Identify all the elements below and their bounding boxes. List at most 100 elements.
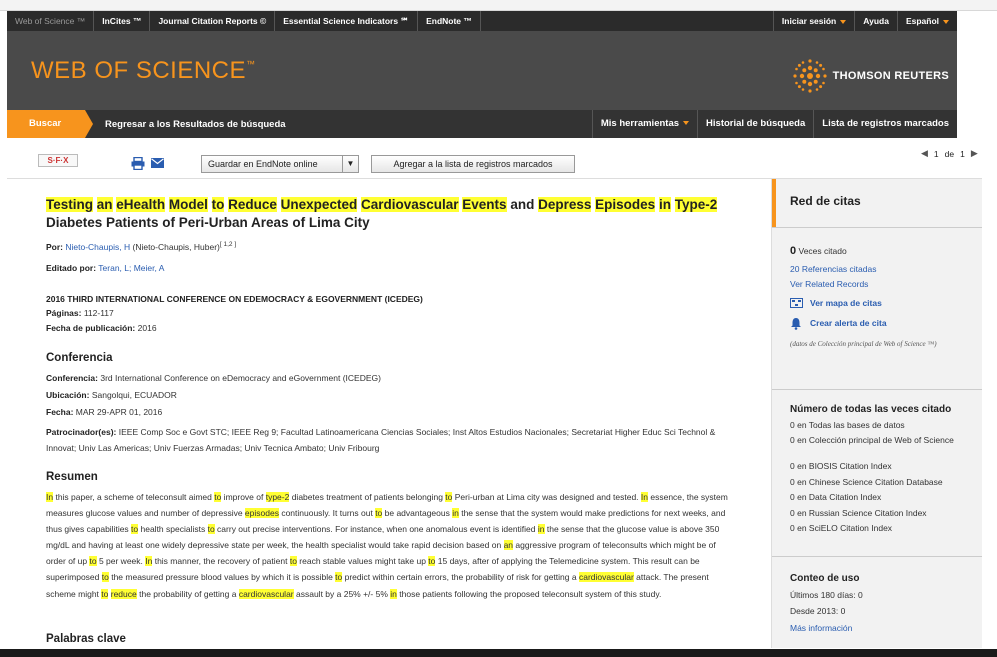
product-link-esi[interactable]: Essential Science Indicators ℠	[275, 11, 419, 31]
abstract-text-segment: diabetes treatment of patients belonging	[289, 492, 446, 502]
pager-total: 1	[960, 148, 965, 159]
previous-record-icon[interactable]: ◀	[921, 148, 928, 159]
title-highlighted-term: eHealth	[116, 197, 166, 212]
record-content: Testing an eHealth Model to Reduce Unexp…	[7, 178, 771, 648]
source-title: 2016 THIRD INTERNATIONAL CONFERENCE ON E…	[46, 294, 423, 304]
chevron-down-icon: ▼	[342, 156, 358, 172]
related-records-link[interactable]: Ver Related Records	[790, 279, 868, 290]
data-source-note: (datos de Colección principal de Web of …	[790, 340, 937, 348]
thomson-reuters-orb-icon	[793, 59, 827, 93]
citation-map-icon[interactable]	[790, 298, 803, 308]
db-count-scielo: 0 en SciELO Citation Index	[790, 523, 893, 533]
abstract-text-segment: reach stable values might take up	[296, 556, 429, 567]
save-to-endnote-value: Guardar en EndNote online	[208, 159, 318, 169]
abstract-text-segment: Peri-urban at Lima city was designed and…	[452, 492, 641, 502]
all-times-cited-heading: Número de todas las veces citado	[790, 404, 952, 415]
sponsors-label: Patrocinador(es):	[46, 427, 117, 437]
pager-current: 1	[933, 148, 939, 159]
title-text-segment: and	[506, 197, 539, 212]
signin-menu[interactable]: Iniciar sesión	[772, 11, 854, 31]
sfx-button[interactable]: S·F·X	[38, 154, 78, 167]
product-bar: Web of Science ™ InCites ™ Journal Citat…	[7, 11, 957, 31]
pages-label: Páginas:	[46, 308, 82, 318]
add-to-marked-list-button[interactable]: Agregar a la lista de registros marcados	[371, 155, 575, 173]
product-link-endnote[interactable]: EndNote ™	[418, 11, 481, 31]
my-tools-label: Mis herramientas	[600, 118, 680, 129]
abstract-highlighted-term: to	[289, 556, 297, 567]
title-highlighted-term: an	[96, 197, 113, 212]
wos-logo[interactable]: WEB OF SCIENCE™	[31, 57, 256, 85]
create-alert-link[interactable]: Crear alerta de cita	[810, 318, 887, 329]
abstract-text-segment: be advantageous	[382, 508, 453, 519]
title-highlighted-term: Testing	[46, 197, 93, 212]
main-nav: Buscar Regresar a los Resultados de búsq…	[7, 110, 957, 138]
db-count-wos-core: 0 en Colección principal de Web of Scien…	[790, 435, 954, 445]
help-link[interactable]: Ayuda	[854, 11, 897, 31]
pages-line: Páginas: 112-117	[46, 308, 114, 318]
my-tools-menu[interactable]: Mis herramientas	[591, 110, 697, 138]
pubdate-value: 2016	[137, 323, 157, 333]
thomson-reuters-logo: THOMSON REUTERS	[791, 57, 949, 95]
abstract-text-segment: this manner, the recovery of patient	[152, 556, 290, 567]
authors-label: Por:	[46, 241, 63, 252]
product-link-wos[interactable]: Web of Science ™	[7, 11, 95, 31]
abstract-text-segment: this paper, a scheme of teleconsult aime…	[53, 492, 215, 502]
pubdate-label: Fecha de publicación:	[46, 323, 136, 333]
editors-line: Editado por: Teran, L; Meier, A	[46, 263, 164, 273]
sponsors-line: Patrocinador(es): IEEE Comp Soc e Govt S…	[46, 424, 736, 456]
record-title: Testing an eHealth Model to Reduce Unexp…	[46, 196, 746, 232]
title-text-segment: Diabetes Patients of Peri-Urban Areas of…	[46, 215, 370, 230]
author-link[interactable]: Nieto-Chaupis, H	[65, 242, 130, 252]
location-value: Sangolqui, ECUADOR	[91, 390, 177, 400]
abstract-text-segment: 5 per week.	[96, 556, 146, 567]
search-tab[interactable]: Buscar	[7, 110, 93, 138]
title-highlighted-term: Unexpected	[280, 197, 358, 212]
back-to-results-link[interactable]: Regresar a los Resultados de búsqueda	[85, 119, 286, 130]
abstract-text-segment: assault by a 25% +/- 5%	[293, 588, 391, 599]
bell-icon[interactable]	[790, 317, 802, 330]
times-cited-count: 0	[790, 245, 797, 257]
email-icon[interactable]	[151, 158, 164, 168]
marked-list-link[interactable]: Lista de registros marcados	[813, 110, 957, 138]
title-highlighted-term: Reduce	[228, 197, 277, 212]
title-highlighted-term: Episodes	[595, 197, 656, 212]
citation-map-link[interactable]: Ver mapa de citas	[810, 298, 882, 309]
window-right-edge	[982, 138, 997, 649]
abstract-highlighted-term: in	[537, 524, 545, 535]
sponsors-value: IEEE Comp Soc e Govt STC; IEEE Reg 9; Fa…	[46, 427, 716, 453]
db-count-data-citation: 0 en Data Citation Index	[790, 492, 882, 502]
abstract-text-segment: the probability of getting a	[136, 588, 239, 599]
abstract-heading: Resumen	[46, 471, 98, 483]
citation-network-panel: Red de citas 0 Veces citado 20 Referenci…	[771, 178, 983, 648]
header-banner: WEB OF SCIENCE™ THOMSON REUTERS	[7, 31, 957, 110]
cited-references-link[interactable]: 20 Referencias citadas	[790, 264, 876, 275]
pages-value: 112-117	[83, 308, 114, 318]
conference-line: Conferencia: 3rd International Conferenc…	[46, 373, 381, 383]
location-label: Ubicación:	[46, 390, 90, 400]
editors-links[interactable]: Teran, L; Meier, A	[98, 263, 164, 273]
more-info-link[interactable]: Más información	[790, 623, 852, 634]
author-affiliation-ref[interactable]: [ 1,2 ]	[220, 241, 236, 248]
abstract-text-segment: continuously. It turns out	[278, 508, 376, 519]
citation-network-header: Red de citas	[772, 179, 983, 227]
next-record-icon[interactable]: ▶	[971, 148, 978, 159]
location-line: Ubicación: Sangolqui, ECUADOR	[46, 390, 177, 400]
language-menu[interactable]: Español	[896, 11, 957, 31]
conference-label: Conferencia:	[46, 373, 98, 383]
db-count-all: 0 en Todas las bases de datos	[790, 420, 905, 430]
citation-counts-block: 0 Veces citado 20 Referencias citadas Ve…	[772, 227, 983, 389]
language-label: Español	[905, 16, 939, 26]
wos-logo-text: WEB OF SCIENCE	[31, 57, 247, 84]
save-to-endnote-select[interactable]: Guardar en EndNote online ▼	[201, 155, 359, 173]
abstract-highlighted-term: in	[390, 588, 397, 599]
thomson-reuters-name: THOMSON REUTERS	[832, 70, 949, 82]
caret-down-icon	[840, 19, 847, 24]
product-link-jcr[interactable]: Journal Citation Reports ©	[150, 11, 276, 31]
keywords-heading: Palabras clave	[46, 633, 126, 645]
print-icon[interactable]	[131, 157, 145, 170]
conference-value: 3rd International Conference on eDemocra…	[100, 373, 381, 383]
pubdate-line: Fecha de publicación: 2016	[46, 323, 157, 333]
search-history-link[interactable]: Historial de búsqueda	[697, 110, 813, 138]
product-link-incites[interactable]: InCites ™	[94, 11, 151, 31]
abstract-highlighted-term: reduce	[110, 588, 137, 599]
